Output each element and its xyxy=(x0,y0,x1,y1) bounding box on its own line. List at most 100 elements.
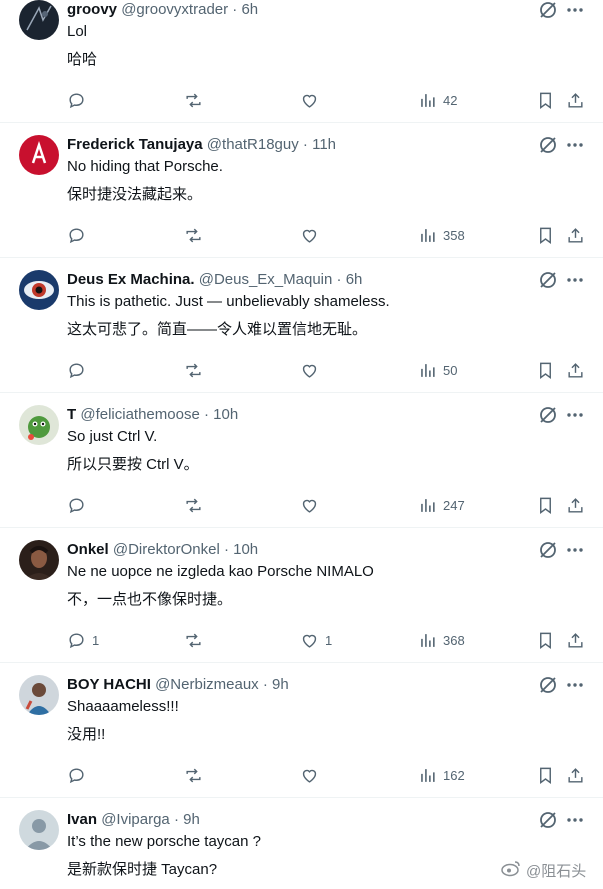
repost-button[interactable] xyxy=(184,495,203,515)
share-button[interactable] xyxy=(566,225,585,245)
repost-button[interactable] xyxy=(184,360,203,380)
analytics-icon xyxy=(421,363,435,377)
grok-icon[interactable] xyxy=(538,675,558,695)
bookmark-icon xyxy=(540,227,551,244)
user-handle[interactable]: @DirektorOnkel xyxy=(113,541,220,558)
repost-icon xyxy=(186,768,201,782)
more-options-icon[interactable] xyxy=(566,135,584,155)
bookmark-button[interactable] xyxy=(536,90,555,110)
tweet[interactable]: Deus Ex Machina. @Deus_Ex_Maquin · 6h Th… xyxy=(0,258,603,393)
timestamp[interactable]: 6h xyxy=(346,271,363,288)
tweet-header: Frederick Tanujaya @thatR18guy · 11h xyxy=(67,135,336,155)
timestamp[interactable]: 9h xyxy=(272,676,289,693)
views-button[interactable]: 42 xyxy=(418,90,457,110)
separator-dot: · xyxy=(336,271,342,288)
user-handle[interactable]: @Deus_Ex_Maquin xyxy=(199,271,333,288)
reply-button[interactable] xyxy=(67,495,92,515)
reply-button[interactable] xyxy=(67,360,92,380)
timestamp[interactable]: 11h xyxy=(312,136,336,153)
avatar[interactable] xyxy=(19,810,59,850)
more-options-icon[interactable] xyxy=(566,270,584,290)
user-handle[interactable]: @groovyxtrader xyxy=(121,1,228,18)
user-handle[interactable]: @thatR18guy xyxy=(207,136,299,153)
timestamp[interactable]: 10h xyxy=(213,406,238,423)
portrait-avatar-icon xyxy=(19,540,59,580)
views-button[interactable]: 368 xyxy=(418,630,465,650)
tweet-translation: 不，一点也不像保时捷。 xyxy=(67,591,233,608)
avatar[interactable] xyxy=(19,270,59,310)
avatar[interactable] xyxy=(19,405,59,445)
repost-button[interactable] xyxy=(184,765,203,785)
avatar[interactable] xyxy=(19,540,59,580)
avatar[interactable] xyxy=(19,135,59,175)
grok-icon[interactable] xyxy=(538,405,558,425)
more-options-icon[interactable] xyxy=(566,675,584,695)
share-button[interactable] xyxy=(566,360,585,380)
reply-button[interactable] xyxy=(67,90,92,110)
display-name[interactable]: Frederick Tanujaya xyxy=(67,136,203,153)
bookmark-button[interactable] xyxy=(536,360,555,380)
like-button[interactable]: 1 xyxy=(300,630,332,650)
tweet-header: T @feliciathemoose · 10h xyxy=(67,405,238,425)
display-name[interactable]: Onkel xyxy=(67,541,109,558)
reply-icon xyxy=(69,92,84,108)
tweet[interactable]: Onkel @DirektorOnkel · 10h Ne ne uopce n… xyxy=(0,528,603,663)
timestamp[interactable]: 10h xyxy=(233,541,258,558)
tweet[interactable]: BOY HACHI @Nerbizmeaux · 9h Shaaaameless… xyxy=(0,663,603,798)
avatar[interactable] xyxy=(19,0,59,40)
grok-icon[interactable] xyxy=(538,135,558,155)
views-button[interactable]: 247 xyxy=(418,495,465,515)
tweet[interactable]: groovy @groovyxtrader · 6h Lol 哈哈 42 xyxy=(0,0,603,123)
display-name[interactable]: BOY HACHI xyxy=(67,676,151,693)
like-button[interactable] xyxy=(300,90,325,110)
heart-icon xyxy=(302,769,317,783)
display-name[interactable]: groovy xyxy=(67,1,117,18)
reply-icon xyxy=(69,362,84,378)
watermark-text: @阻石头 xyxy=(526,862,587,880)
user-handle[interactable]: @feliciathemoose xyxy=(80,406,199,423)
views-button[interactable]: 358 xyxy=(418,225,465,245)
like-button[interactable] xyxy=(300,495,325,515)
share-button[interactable] xyxy=(566,90,585,110)
more-options-icon[interactable] xyxy=(566,0,584,20)
share-button[interactable] xyxy=(566,765,585,785)
repost-button[interactable] xyxy=(184,90,203,110)
views-button[interactable]: 50 xyxy=(418,360,457,380)
like-button[interactable] xyxy=(300,360,325,380)
timestamp[interactable]: 6h xyxy=(241,1,258,18)
view-count: 162 xyxy=(443,767,465,783)
grok-icon[interactable] xyxy=(538,270,558,290)
tweet[interactable]: T @feliciathemoose · 10h So just Ctrl V.… xyxy=(0,393,603,528)
user-handle[interactable]: @Nerbizmeaux xyxy=(155,676,259,693)
views-button[interactable]: 162 xyxy=(418,765,465,785)
grok-icon[interactable] xyxy=(538,540,558,560)
user-handle[interactable]: @Iviparga xyxy=(101,811,170,828)
grok-icon[interactable] xyxy=(538,810,558,830)
bookmark-button[interactable] xyxy=(536,495,555,515)
display-name[interactable]: Ivan xyxy=(67,811,97,828)
display-name[interactable]: Deus Ex Machina. xyxy=(67,271,195,288)
avatar[interactable] xyxy=(19,675,59,715)
tweet-header: BOY HACHI @Nerbizmeaux · 9h xyxy=(67,675,289,695)
more-options-icon[interactable] xyxy=(566,810,584,830)
grok-icon[interactable] xyxy=(538,0,558,20)
tweet[interactable]: Frederick Tanujaya @thatR18guy · 11h No … xyxy=(0,123,603,258)
timestamp[interactable]: 9h xyxy=(183,811,200,828)
reply-button[interactable] xyxy=(67,765,92,785)
reply-button[interactable] xyxy=(67,225,92,245)
share-button[interactable] xyxy=(566,630,585,650)
like-button[interactable] xyxy=(300,225,325,245)
share-button[interactable] xyxy=(566,495,585,515)
like-button[interactable] xyxy=(300,765,325,785)
display-name[interactable]: T xyxy=(67,406,76,423)
reply-button[interactable]: 1 xyxy=(67,630,99,650)
repost-button[interactable] xyxy=(184,630,203,650)
tweet-translation: 哈哈 xyxy=(67,51,98,68)
bookmark-button[interactable] xyxy=(536,765,555,785)
bookmark-button[interactable] xyxy=(536,630,555,650)
repost-button[interactable] xyxy=(184,225,203,245)
more-options-icon[interactable] xyxy=(566,405,584,425)
more-options-icon[interactable] xyxy=(566,540,584,560)
bookmark-button[interactable] xyxy=(536,225,555,245)
reply-icon xyxy=(69,497,84,513)
